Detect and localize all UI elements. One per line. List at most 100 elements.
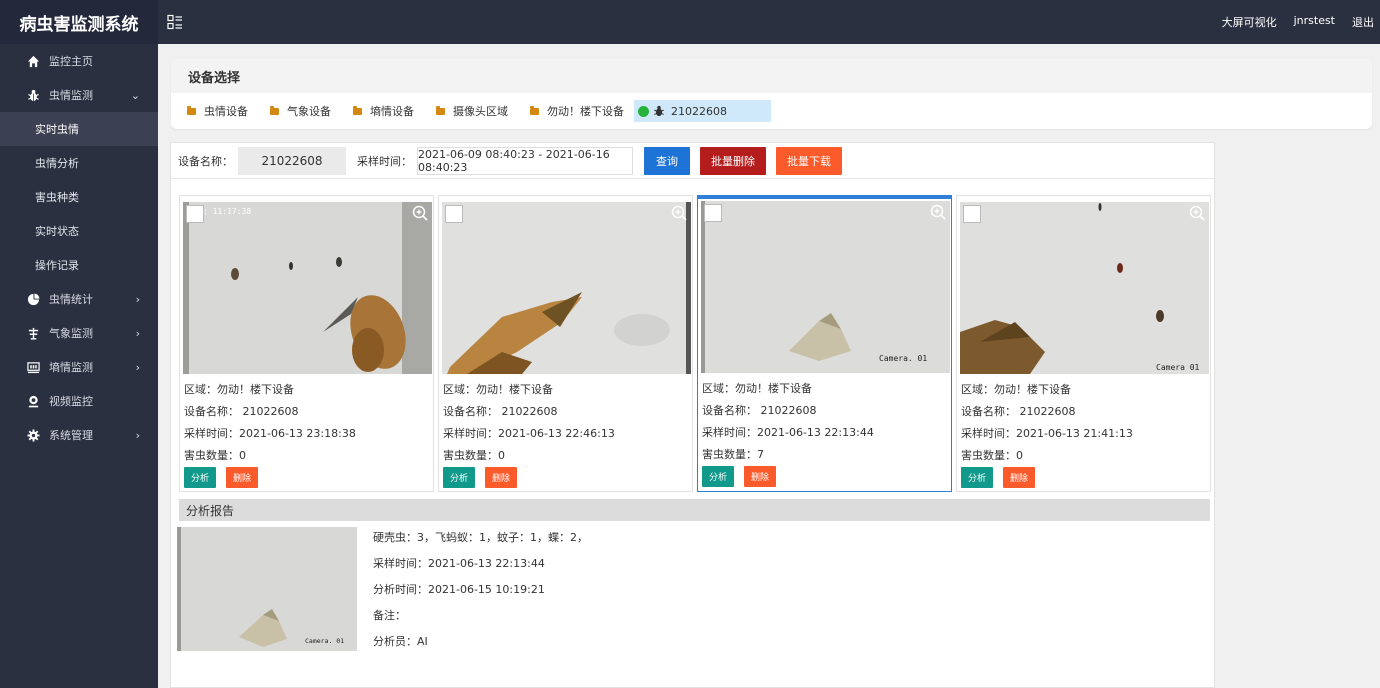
image-card-selected[interactable]: Camera. 01 区域：勿动！楼下设备 设备名称： 21022608 采样时… bbox=[697, 195, 952, 492]
zoom-in-icon[interactable] bbox=[1189, 205, 1205, 221]
delete-button[interactable]: 删除 bbox=[226, 467, 258, 488]
sidebar: 监控主页 虫情监测 ⌄ 实时虫情 虫情分析 害虫种类 实时状态 操作记录 虫情统… bbox=[0, 44, 158, 688]
home-icon bbox=[26, 54, 40, 68]
report-details: 硬壳虫：3，飞蚂蚁：1，蚊子：1，蝶：2， 采样时间：2021-06-13 22… bbox=[373, 527, 588, 657]
menu-toggle-icon[interactable] bbox=[166, 13, 184, 31]
sidebar-item-soil[interactable]: 墒情监测 › bbox=[0, 350, 158, 384]
card-area: 区域：勿动！楼下设备 bbox=[702, 382, 812, 395]
image-card[interactable]: Camera 01 区域：勿动！楼下设备 设备名称： 21022608 采样时间… bbox=[956, 195, 1211, 492]
trap-photo[interactable] bbox=[442, 202, 691, 374]
select-checkbox[interactable] bbox=[186, 205, 204, 223]
device-tab-camera-area[interactable]: 摄像头区域 bbox=[436, 103, 508, 119]
folder-icon bbox=[270, 105, 279, 115]
image-card[interactable]: : 11:17:38 区域：勿动！楼下设备 设备名称： 21022608 采样时… bbox=[179, 195, 434, 492]
select-checkbox[interactable] bbox=[963, 205, 981, 223]
trap-photo[interactable]: : 11:17:38 bbox=[183, 202, 432, 374]
camera-icon bbox=[26, 394, 40, 408]
sidebar-item-label: 气象监测 bbox=[49, 327, 93, 340]
card-time: 采样时间：2021-06-13 22:13:44 bbox=[702, 426, 874, 439]
card-device: 设备名称： 21022608 bbox=[184, 405, 299, 418]
report-analyst: 分析员：AI bbox=[373, 635, 428, 648]
chevron-right-icon: › bbox=[135, 360, 140, 374]
sample-time-range-input[interactable]: 2021-06-09 08:40:23 - 2021-06-16 08:40:2… bbox=[417, 146, 633, 175]
sidebar-item-label: 系统管理 bbox=[49, 429, 93, 442]
filter-bar: 设备名称： 21022608 采样时间： 2021-06-09 08:40:23… bbox=[171, 143, 1214, 179]
analysis-report-header: 分析报告 bbox=[179, 499, 1210, 521]
sidebar-item-label: 视频监控 bbox=[49, 395, 93, 408]
analyze-button[interactable]: 分析 bbox=[961, 467, 993, 488]
device-select-title: 设备选择 bbox=[171, 59, 1372, 93]
select-checkbox[interactable] bbox=[445, 205, 463, 223]
batch-delete-button[interactable]: 批量删除 bbox=[700, 146, 766, 175]
card-area: 区域：勿动！楼下设备 bbox=[184, 383, 294, 396]
sidebar-item-label: 虫情统计 bbox=[49, 293, 93, 306]
device-select-panel: 设备选择 虫情设备 气象设备 墒情设备 摄像头区域 勿动！楼下设备 210226… bbox=[171, 59, 1372, 129]
folder-icon bbox=[353, 105, 362, 115]
card-device: 设备名称： 21022608 bbox=[702, 404, 817, 417]
photo-overlay-text: : 11:17:38 bbox=[203, 207, 251, 216]
sidebar-item-system[interactable]: 系统管理 › bbox=[0, 418, 158, 452]
query-button[interactable]: 查询 bbox=[644, 146, 690, 175]
chevron-right-icon: › bbox=[135, 326, 140, 340]
report-sample-time: 采样时间：2021-06-13 22:13:44 bbox=[373, 557, 545, 570]
sidebar-item-weather[interactable]: 气象监测 › bbox=[0, 316, 158, 350]
sidebar-item-video[interactable]: 视频监控 bbox=[0, 384, 158, 418]
soil-monitor-icon bbox=[26, 360, 40, 374]
device-tab-downstairs[interactable]: 勿动！楼下设备 bbox=[530, 103, 624, 119]
photo-overlay-text: Camera 01 bbox=[1156, 363, 1200, 372]
online-status-icon bbox=[638, 105, 649, 117]
analyze-button[interactable]: 分析 bbox=[184, 467, 216, 488]
card-time: 采样时间：2021-06-13 22:46:13 bbox=[443, 427, 615, 440]
trap-photo[interactable]: Camera 01 bbox=[960, 202, 1209, 374]
pie-chart-icon bbox=[26, 292, 40, 306]
sidebar-subitem-realtime[interactable]: 实时虫情 bbox=[0, 112, 158, 146]
report-analysis-time: 分析时间：2021-06-15 10:19:21 bbox=[373, 583, 545, 596]
analyze-button[interactable]: 分析 bbox=[443, 467, 475, 488]
report-pest-summary: 硬壳虫：3，飞蚂蚁：1，蚊子：1，蝶：2， bbox=[373, 531, 588, 544]
zoom-in-icon[interactable] bbox=[412, 205, 428, 221]
sidebar-item-label: 监控主页 bbox=[49, 55, 93, 68]
device-tab-weather[interactable]: 气象设备 bbox=[270, 103, 331, 119]
folder-icon bbox=[187, 105, 196, 115]
chevron-right-icon: › bbox=[135, 428, 140, 442]
bug-icon bbox=[26, 88, 40, 102]
delete-button[interactable]: 删除 bbox=[744, 466, 776, 487]
card-count: 害虫数量：0 bbox=[961, 449, 1023, 462]
chevron-right-icon: › bbox=[135, 292, 140, 306]
image-card[interactable]: 区域：勿动！楼下设备 设备名称： 21022608 采样时间：2021-06-1… bbox=[438, 195, 693, 492]
delete-button[interactable]: 删除 bbox=[1003, 467, 1035, 488]
bug-icon bbox=[653, 105, 665, 117]
logout-link[interactable]: 退出 bbox=[1352, 14, 1374, 30]
device-tab-pest[interactable]: 虫情设备 bbox=[187, 103, 248, 119]
zoom-in-icon[interactable] bbox=[930, 204, 946, 220]
card-time: 采样时间：2021-06-13 23:18:38 bbox=[184, 427, 356, 440]
analyze-button[interactable]: 分析 bbox=[702, 466, 734, 487]
card-area: 区域：勿动！楼下设备 bbox=[961, 383, 1071, 396]
sidebar-subitem-analysis[interactable]: 虫情分析 bbox=[0, 146, 158, 180]
batch-download-button[interactable]: 批量下载 bbox=[776, 146, 842, 175]
select-checkbox[interactable] bbox=[704, 204, 722, 222]
user-name-link[interactable]: jnrstest bbox=[1294, 14, 1335, 30]
top-bar: 病虫害监测系统 大屏可视化 jnrstest 退出 bbox=[0, 0, 1380, 44]
sidebar-item-pest-monitor[interactable]: 虫情监测 ⌄ bbox=[0, 78, 158, 112]
device-name-field[interactable]: 21022608 bbox=[238, 146, 346, 175]
image-card-list: : 11:17:38 区域：勿动！楼下设备 设备名称： 21022608 采样时… bbox=[179, 195, 1211, 492]
trap-photo[interactable]: Camera. 01 bbox=[701, 201, 950, 373]
device-name-label: 设备名称： bbox=[178, 154, 233, 168]
card-count: 害虫数量：0 bbox=[184, 449, 246, 462]
sidebar-subitem-pest-types[interactable]: 害虫种类 bbox=[0, 180, 158, 214]
sidebar-item-home[interactable]: 监控主页 bbox=[0, 44, 158, 78]
device-selected-item[interactable]: 21022608 bbox=[634, 100, 771, 122]
sidebar-subitem-logs[interactable]: 操作记录 bbox=[0, 248, 158, 282]
big-screen-link[interactable]: 大屏可视化 bbox=[1222, 14, 1277, 30]
sidebar-item-label: 虫情监测 bbox=[49, 89, 93, 102]
sidebar-subitem-status[interactable]: 实时状态 bbox=[0, 214, 158, 248]
sidebar-item-pest-stats[interactable]: 虫情统计 › bbox=[0, 282, 158, 316]
gear-icon bbox=[26, 428, 40, 442]
card-count: 害虫数量：0 bbox=[443, 449, 505, 462]
zoom-in-icon[interactable] bbox=[671, 205, 687, 221]
main-content: 设备选择 虫情设备 气象设备 墒情设备 摄像头区域 勿动！楼下设备 210226… bbox=[158, 44, 1380, 688]
device-tab-soil[interactable]: 墒情设备 bbox=[353, 103, 414, 119]
report-photo[interactable]: Camera. 01 bbox=[177, 527, 357, 651]
delete-button[interactable]: 删除 bbox=[485, 467, 517, 488]
